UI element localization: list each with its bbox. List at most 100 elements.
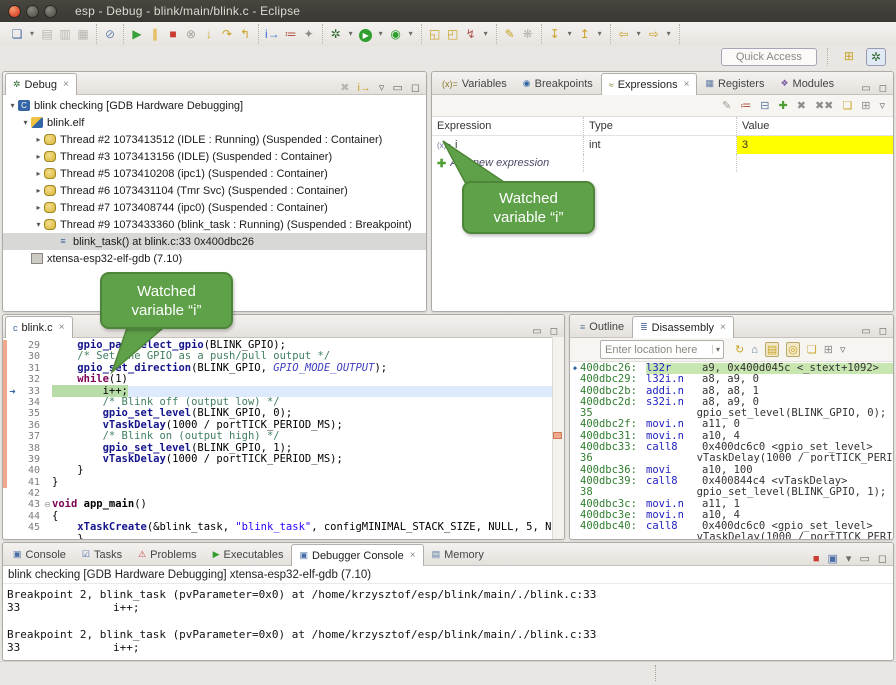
new-view-icon[interactable]: ❏ [842,99,852,112]
breakpoint-overview-marker[interactable] [553,432,562,439]
code-line[interactable]: 45 xTaskCreate(&blink_task, "blink_task"… [3,522,564,533]
last-edit-dropdown-icon[interactable]: ▾ [566,25,574,43]
skip-all-breakpoints-icon[interactable]: ⊘ [103,25,117,43]
maximize-view-icon[interactable]: ◻ [878,552,887,565]
new-view-icon[interactable]: ❏ [807,343,817,356]
last-edit-location-icon[interactable]: ↧ [548,25,562,43]
line-number[interactable]: 44 [18,511,43,522]
show-logical-structure-icon[interactable]: ≔ [740,99,751,112]
debug-tree-row[interactable]: ≡blink_task() at blink.c:33 0x400dbc26 [3,233,426,250]
refresh-icon[interactable]: ↻ [735,343,744,356]
external-tools-icon[interactable]: ◉ [389,25,403,43]
tab-problems[interactable]: ⚠Problems [130,543,205,565]
window-maximize-button[interactable] [44,5,57,18]
resume-icon[interactable]: ▶ [130,25,144,43]
debug-tree-row[interactable]: ▸Thread #5 1073410208 (ipc1) (Suspended … [3,165,426,182]
debug-tree-row[interactable]: ▾Cblink checking [GDB Hardware Debugging… [3,97,426,114]
line-number[interactable]: 39 [18,454,43,465]
line-number[interactable]: 31 [18,363,43,374]
remove-all-expressions-icon[interactable]: ✖✖ [815,99,833,112]
tab-breakpoints[interactable]: ◉Breakpoints [515,72,601,94]
close-tab-icon[interactable]: × [684,79,690,90]
combo-dropdown-icon[interactable]: ▾ [712,345,723,354]
tree-twisty-icon[interactable]: ▾ [33,220,44,229]
window-minimize-button[interactable] [26,5,39,18]
disconnect-icon[interactable]: ⊗ [184,25,198,43]
line-number[interactable]: 38 [18,443,43,454]
terminate-console-icon[interactable]: ■ [813,553,820,565]
line-number[interactable]: 41 [18,477,43,488]
add-expression-icon[interactable]: ✚ [779,99,788,112]
debug-launch-dropdown-icon[interactable]: ▾ [347,25,355,43]
show-source-toggle-icon[interactable]: ▤ [765,342,779,357]
line-number[interactable]: 37 [18,431,43,442]
line-number[interactable]: 40 [18,465,43,476]
maximize-view-icon[interactable]: ◻ [411,81,420,94]
debug-perspective-icon[interactable]: ✲ [866,48,886,66]
console-dropdown-icon[interactable]: ▾ [846,552,852,565]
minimize-view-icon[interactable]: ▭ [532,326,541,337]
thread-presentation-icon[interactable]: i→ [357,82,370,94]
collapse-all-icon[interactable]: ⊟ [760,99,769,112]
tree-twisty-icon[interactable]: ▸ [33,152,44,161]
debug-tree-row[interactable]: ▾Thread #9 1073433360 (blink_task : Runn… [3,216,426,233]
step-into-icon[interactable]: ↓ [202,25,216,43]
line-number[interactable]: 34 [18,397,43,408]
debug-tree-row[interactable]: ▸Thread #7 1073408744 (ipc0) (Suspended … [3,199,426,216]
minimize-view-icon[interactable]: ▭ [861,83,870,94]
new-wizard-dropdown-icon[interactable]: ▾ [28,25,36,43]
tab-tasks[interactable]: ☑Tasks [74,543,130,565]
view-menu-icon[interactable]: ▿ [879,99,885,112]
console-output[interactable]: Breakpoint 2, blink_task (pvParameter=0x… [3,584,893,654]
use-step-filters-icon[interactable]: ✦ [302,25,316,43]
flash-download-icon[interactable]: ↯ [464,25,478,43]
save-icon[interactable]: ▤ [40,25,54,43]
debug-tree-row[interactable]: ▸Thread #2 1073413512 (IDLE : Running) (… [3,131,426,148]
maximize-view-icon[interactable]: ◻ [879,83,887,94]
pin-view-icon[interactable]: ⊞ [861,99,870,112]
show-type-names-icon[interactable]: ✎ [722,99,731,112]
print-icon[interactable]: ▦ [76,25,90,43]
tree-twisty-icon[interactable]: ▾ [20,118,31,127]
minimize-view-icon[interactable]: ▭ [859,552,869,565]
code-line[interactable]: 40 } [3,465,564,476]
debug-tree-row[interactable]: ▸Thread #3 1073413156 (IDLE) (Suspended … [3,148,426,165]
editor-scrollbar[interactable] [552,337,564,539]
sync-selection-toggle-icon[interactable]: ◎ [786,342,800,357]
window-close-button[interactable] [8,5,21,18]
tab-debugger-console[interactable]: ▣Debugger Console× [291,544,423,566]
display-selected-console-icon[interactable]: ▣ [828,552,838,565]
suspend-icon[interactable]: ∥ [148,25,162,43]
code-line[interactable]: 41} [3,477,564,488]
forward-icon[interactable]: ⇨ [647,25,661,43]
tab-console[interactable]: ▣Console [5,543,74,565]
tree-twisty-icon[interactable]: ▸ [33,203,44,212]
flash-dropdown-icon[interactable]: ▾ [482,25,490,43]
debug-tree-row[interactable]: xtensa-esp32-elf-gdb (7.10) [3,250,426,267]
open-resource-icon[interactable]: ◰ [446,25,460,43]
tab-executables[interactable]: ▶Executables [205,543,292,565]
code-line[interactable]: 39 vTaskDelay(1000 / portTICK_PERIOD_MS)… [3,454,564,465]
go-to-line-icon[interactable]: ↥ [578,25,592,43]
line-number[interactable]: 36 [18,420,43,431]
back-dropdown-icon[interactable]: ▾ [635,25,643,43]
code-line[interactable]: } [3,534,564,540]
line-number[interactable]: 42 [18,488,43,499]
close-tab-icon[interactable]: × [59,322,65,333]
quick-access-button[interactable]: Quick Access [721,48,817,66]
tab-registers[interactable]: ▦Registers [697,72,772,94]
step-over-icon[interactable]: ↷ [220,25,234,43]
add-expression-row[interactable]: ✚ Add new expression [432,154,893,172]
new-wizard-icon[interactable]: ❏ [10,25,24,43]
expression-row[interactable]: (x)= i int 3 [432,136,893,154]
line-number[interactable]: 43 [18,499,43,510]
code-line[interactable]: 43⊖void app_main() [3,499,564,510]
line-number[interactable]: 32 [18,374,43,385]
code-line[interactable]: 32 while(1) [3,374,564,385]
code-editor[interactable]: 29 gpio_pad_select_gpio(BLINK_GPIO);30 /… [3,338,564,540]
external-tools-dropdown-icon[interactable]: ▾ [407,25,415,43]
tab-memory[interactable]: ▤Memory [424,543,492,565]
minimize-view-icon[interactable]: ▭ [861,326,870,337]
debug-launch-icon[interactable]: ✲ [329,25,343,43]
disassembly-line[interactable]: vTaskDelay(1000 / portTICK_PERI [570,532,893,540]
